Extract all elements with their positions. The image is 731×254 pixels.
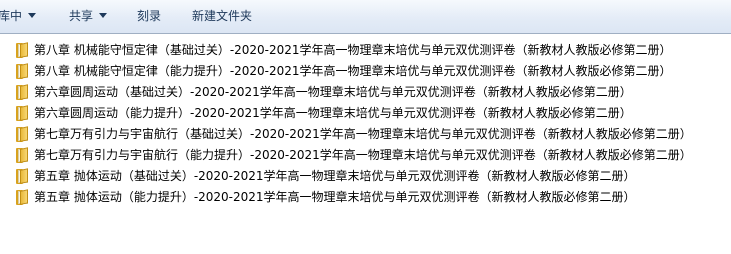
burn-label: 刻录 [137,9,162,23]
share-label: 共享 [69,9,94,23]
chevron-down-icon [28,13,37,18]
share-button[interactable]: 共享 [69,0,108,33]
new-folder-label: 新建文件夹 [192,9,253,23]
file-row[interactable]: 第六章圆周运动（能力提升）-2020-2021学年高一物理章末培优与单元双优测评… [0,103,731,124]
folder-icon [16,126,32,142]
file-name: 第五章 抛体运动（能力提升）-2020-2021学年高一物理章末培优与单元双优测… [34,190,636,204]
folder-icon [16,105,32,121]
file-name: 第七章万有引力与宇宙航行（基础过关）-2020-2021学年高一物理章末培优与单… [34,127,692,141]
folder-icon [16,42,32,58]
folder-icon [16,147,32,163]
file-name: 第八章 机械能守恒定律（能力提升）-2020-2021学年高一物理章末培优与单元… [34,64,672,78]
file-name: 第七章万有引力与宇宙航行（能力提升）-2020-2021学年高一物理章末培优与单… [34,148,692,162]
folder-icon [16,84,32,100]
file-row[interactable]: 第五章 抛体运动（基础过关）-2020-2021学年高一物理章末培优与单元双优测… [0,166,731,187]
file-row[interactable]: 第八章 机械能守恒定律（能力提升）-2020-2021学年高一物理章末培优与单元… [0,61,731,82]
folder-icon [16,189,32,205]
file-row[interactable]: 第七章万有引力与宇宙航行（能力提升）-2020-2021学年高一物理章末培优与单… [0,145,731,166]
chevron-down-icon [99,13,108,18]
command-bar: 库中 共享 刻录 新建文件夹 [0,0,731,34]
file-name: 第八章 机械能守恒定律（基础过关）-2020-2021学年高一物理章末培优与单元… [34,43,672,57]
file-row[interactable]: 第五章 抛体运动（能力提升）-2020-2021学年高一物理章末培优与单元双优测… [0,187,731,208]
burn-button[interactable]: 刻录 [137,0,161,33]
file-name: 第五章 抛体运动（基础过关）-2020-2021学年高一物理章末培优与单元双优测… [34,169,636,183]
folder-icon [16,63,32,79]
folder-icon [16,168,32,184]
include-in-library-label: 库中 [0,9,23,23]
new-folder-button[interactable]: 新建文件夹 [192,0,252,33]
explorer-window: 库中 共享 刻录 新建文件夹 第八章 机械能守恒定律（基础过关）-2020-20… [0,0,731,254]
file-name: 第六章圆周运动（能力提升）-2020-2021学年高一物理章末培优与单元双优测评… [34,106,632,120]
include-in-library-button[interactable]: 库中 [0,0,37,33]
file-list: 第八章 机械能守恒定律（基础过关）-2020-2021学年高一物理章末培优与单元… [0,40,731,208]
file-row[interactable]: 第七章万有引力与宇宙航行（基础过关）-2020-2021学年高一物理章末培优与单… [0,124,731,145]
file-row[interactable]: 第八章 机械能守恒定律（基础过关）-2020-2021学年高一物理章末培优与单元… [0,40,731,61]
file-row[interactable]: 第六章圆周运动（基础过关）-2020-2021学年高一物理章末培优与单元双优测评… [0,82,731,103]
file-name: 第六章圆周运动（基础过关）-2020-2021学年高一物理章末培优与单元双优测评… [34,85,632,99]
